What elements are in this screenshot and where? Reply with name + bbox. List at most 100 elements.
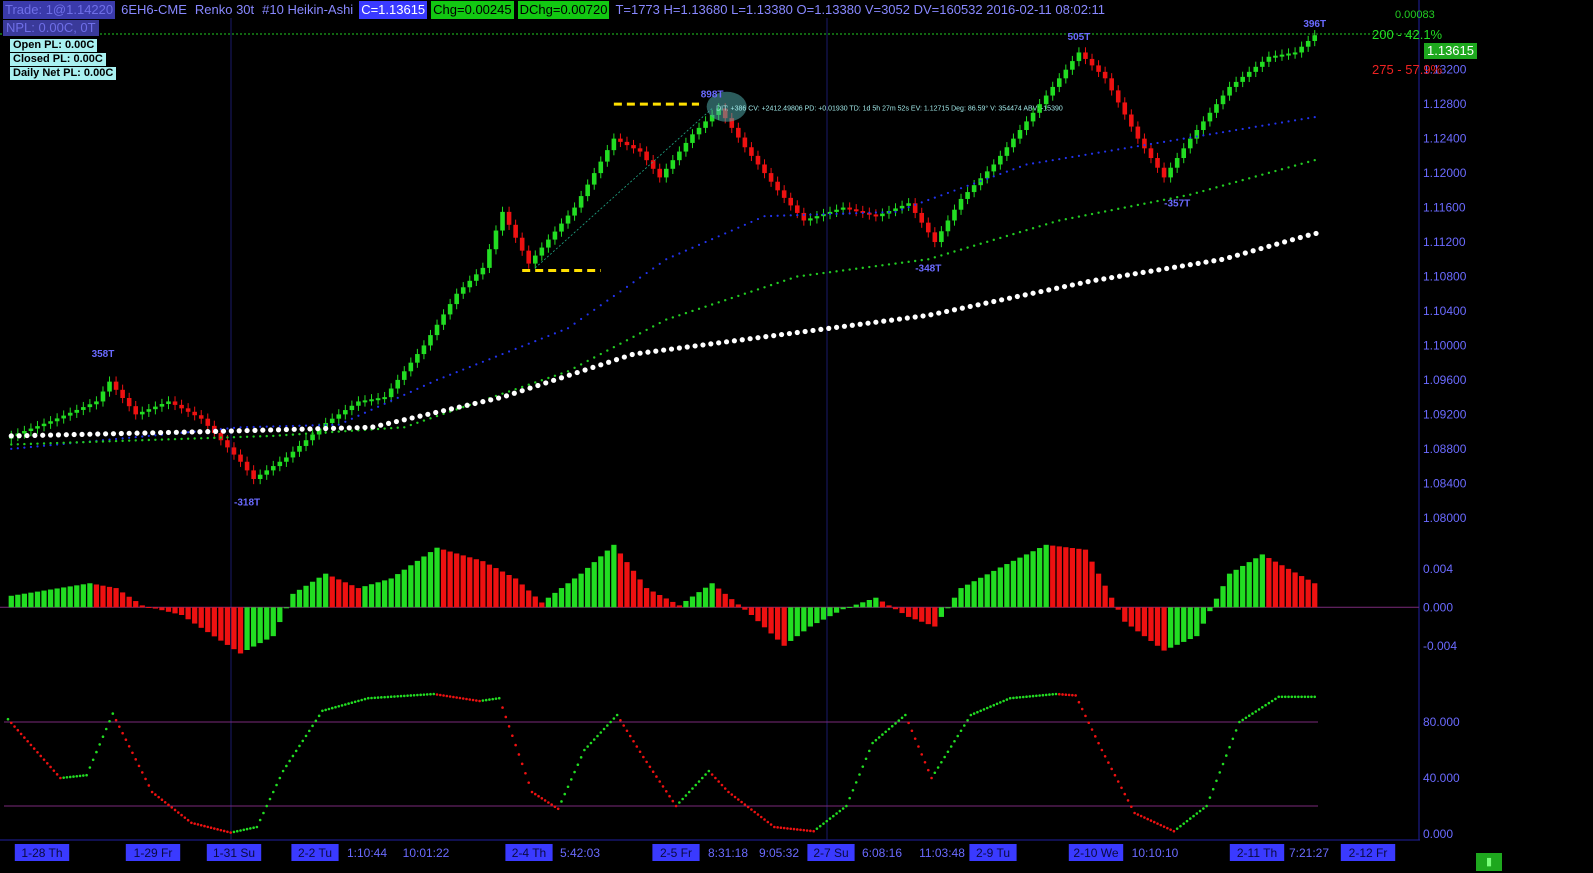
histogram-bar: [761, 607, 768, 628]
chart-canvas[interactable]: 1.132001.128001.124001.120001.116001.112…: [0, 0, 1593, 873]
ma-fast-line-dot: [396, 396, 399, 399]
oscillator-dot: [730, 793, 734, 796]
ma-mid-line-dot: [1156, 199, 1159, 203]
ma-slow-line-dot: [645, 349, 651, 355]
oscillator-dot: [461, 697, 465, 700]
oscillator-dot: [887, 727, 891, 731]
candle-body: [166, 401, 171, 405]
histogram-bar: [1181, 607, 1187, 642]
ma-slow-line-dot: [433, 409, 439, 416]
oscillator-dot: [1293, 695, 1297, 699]
oscillator-dot: [782, 826, 786, 830]
ma-mid-line-dot: [1103, 210, 1107, 213]
candle-body: [624, 141, 630, 146]
ma-slow-line-dot: [1164, 265, 1170, 272]
histogram-bar: [1056, 546, 1062, 608]
ma-mid-line-dot: [1280, 168, 1284, 171]
histogram-bar: [683, 600, 689, 608]
ma-mid-line-dot: [42, 442, 46, 445]
oscillator-dot: [1211, 787, 1215, 791]
histogram-bar: [237, 607, 244, 654]
oscillator-dot: [42, 758, 46, 761]
ma-mid-line-dot: [999, 236, 1002, 240]
histogram-bar: [21, 593, 27, 608]
candle-body: [375, 398, 381, 401]
histogram-bar: [41, 590, 47, 608]
ma-fast-line-dot: [403, 393, 406, 396]
candle-body: [395, 379, 401, 389]
histogram-bar: [702, 587, 709, 608]
ma-mid-line-dot: [409, 423, 413, 427]
symbol-label: 6EH6-CME: [121, 2, 187, 17]
oscillator-dot: [183, 816, 187, 819]
time-label: 2-12 Fr: [1349, 846, 1388, 860]
ma-slow-line-dot: [370, 424, 376, 430]
candle-body: [146, 409, 152, 412]
candle-body: [159, 404, 165, 407]
candle-body: [1220, 95, 1226, 105]
candles: [8, 30, 1318, 485]
ma-slow-line-dot: [951, 307, 958, 313]
oscillator-dot: [976, 710, 979, 714]
oscillator-dot: [131, 751, 134, 755]
candle-body: [578, 196, 584, 208]
candle-body: [434, 324, 440, 336]
ma-fast-line-dot: [652, 267, 655, 270]
oscillator-dot: [65, 776, 69, 779]
oscillator-dot: [606, 724, 609, 727]
ma-fast-line-dot: [291, 424, 295, 428]
oscillator-dot: [298, 744, 301, 748]
ma-fast-line-dot: [1110, 149, 1113, 152]
oscillator-dot: [890, 724, 894, 728]
ma-fast-line-dot: [514, 347, 517, 350]
oscillator-dot: [442, 694, 445, 697]
oscillator-dot: [1277, 695, 1280, 699]
histogram-bar: [1017, 557, 1023, 608]
trade-info[interactable]: Trade: 1@1.14220: [3, 1, 116, 19]
oscillator-dot: [769, 823, 773, 826]
oscillator-dot: [966, 718, 969, 722]
ma-fast-line-dot: [992, 175, 995, 178]
oscillator-dot: [651, 770, 655, 773]
candle-body: [1017, 130, 1023, 139]
oscillator-dot: [222, 829, 226, 833]
ma-slow-line-dot: [991, 298, 997, 305]
histogram-bar: [1220, 586, 1226, 608]
candle-body: [1286, 53, 1291, 56]
candle-body: [447, 304, 453, 315]
oscillator-dot: [344, 703, 347, 706]
corner-indicator[interactable]: ▮: [1476, 853, 1502, 871]
ma-mid-line-dot: [855, 267, 858, 270]
candle-body: [388, 388, 394, 398]
histogram-bar: [860, 602, 866, 608]
candle-body: [290, 451, 296, 458]
ma-fast-line-dot: [449, 373, 452, 376]
ma-fast-line-dot: [272, 425, 275, 428]
ma-mid-line-dot: [959, 248, 963, 251]
ma-slow-line-dot: [228, 428, 234, 434]
ma-mid-line-dot: [697, 307, 701, 311]
ma-fast-line-dot: [665, 258, 668, 261]
ma-mid-line-dot: [1267, 171, 1271, 175]
histogram-bar: [447, 551, 453, 608]
oscillator-dot: [943, 755, 946, 759]
ma-fast-line-dot: [553, 332, 557, 335]
histogram-bar: [467, 557, 473, 608]
oscillator-dot: [933, 771, 937, 775]
ma-slow-line-dot: [904, 315, 910, 321]
ma-mid-line-dot: [29, 442, 33, 446]
ma-fast-line-dot: [1123, 147, 1126, 150]
oscillator-dot: [1192, 814, 1195, 818]
oscillator-dot: [1084, 714, 1087, 718]
candle-body: [1070, 61, 1075, 70]
ma-mid-line-dot: [101, 440, 105, 443]
oscillator-dot: [638, 750, 642, 754]
ma-mid-line-dot: [1202, 189, 1205, 193]
oscillator-dot: [861, 765, 865, 768]
histogram-bar: [1141, 607, 1148, 637]
ma-mid-line-dot: [1064, 217, 1068, 221]
ma-slow-line-dot: [275, 427, 282, 433]
ma-mid-line-dot: [134, 439, 137, 442]
candle-body: [428, 335, 433, 346]
oscillator-dot: [543, 799, 547, 802]
